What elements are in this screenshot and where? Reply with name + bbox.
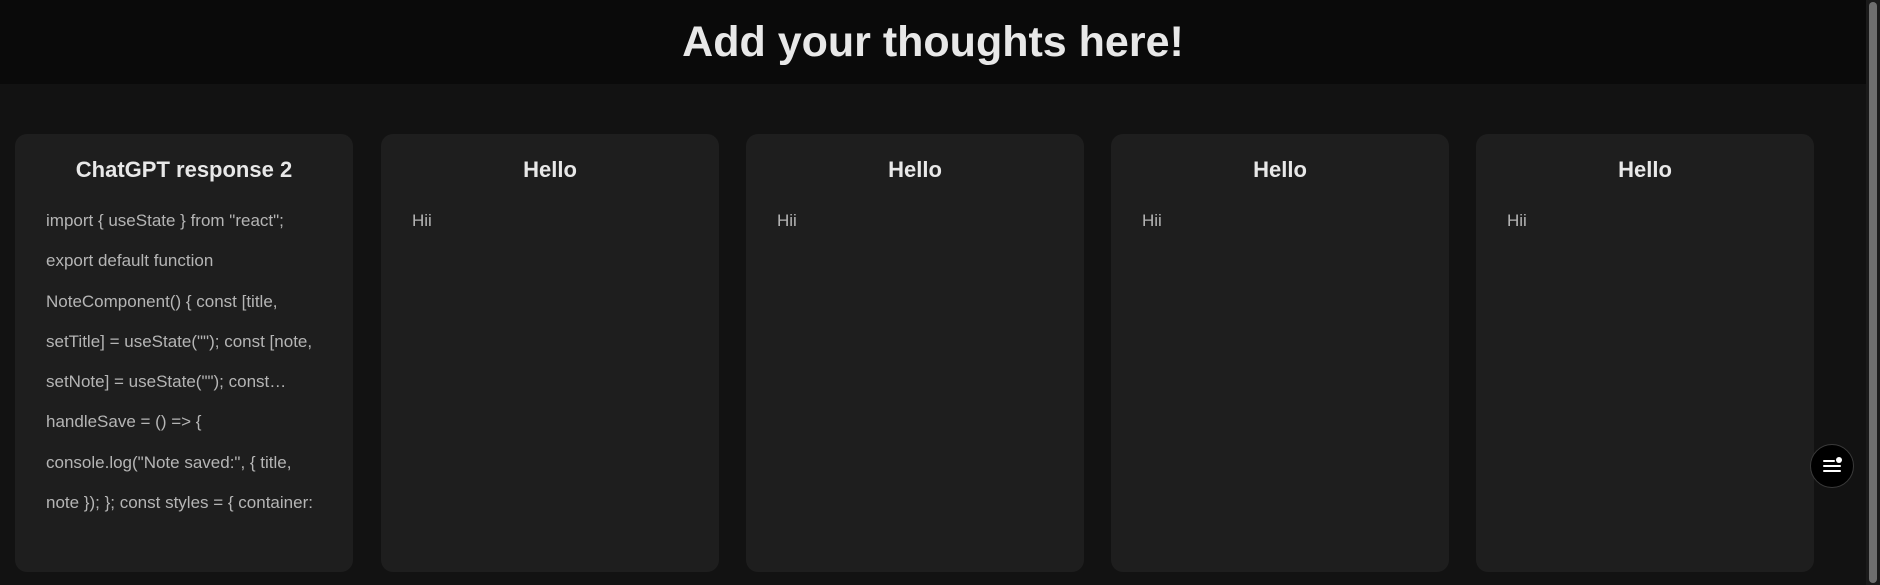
note-body: import { useState } from "react"; export… bbox=[46, 211, 313, 513]
note-card[interactable]: Hello Hii bbox=[1476, 134, 1814, 572]
note-title: Hello bbox=[1618, 157, 1672, 182]
floating-menu-button[interactable] bbox=[1810, 444, 1854, 488]
note-body: Hii bbox=[412, 211, 432, 230]
page-title: Add your thoughts here! bbox=[682, 17, 1184, 66]
note-body: Hii bbox=[1142, 211, 1162, 230]
note-title: Hello bbox=[1253, 157, 1307, 182]
note-body: Hii bbox=[1507, 211, 1527, 230]
note-card[interactable]: Hello Hii bbox=[746, 134, 1084, 572]
note-body: Hii bbox=[777, 211, 797, 230]
note-card[interactable]: Hello Hii bbox=[1111, 134, 1449, 572]
note-title: Hello bbox=[888, 157, 942, 182]
note-title: Hello bbox=[523, 157, 577, 182]
note-title: ChatGPT response 2 bbox=[75, 157, 293, 182]
page-header: Add your thoughts here! bbox=[0, 0, 1866, 84]
vertical-scrollbar[interactable] bbox=[1866, 0, 1880, 585]
note-card[interactable]: Hello Hii bbox=[381, 134, 719, 572]
note-card[interactable]: ChatGPT response 2 import { useState } f… bbox=[15, 134, 353, 572]
scrollbar-thumb[interactable] bbox=[1869, 2, 1877, 583]
menu-notification-icon bbox=[1823, 457, 1842, 472]
